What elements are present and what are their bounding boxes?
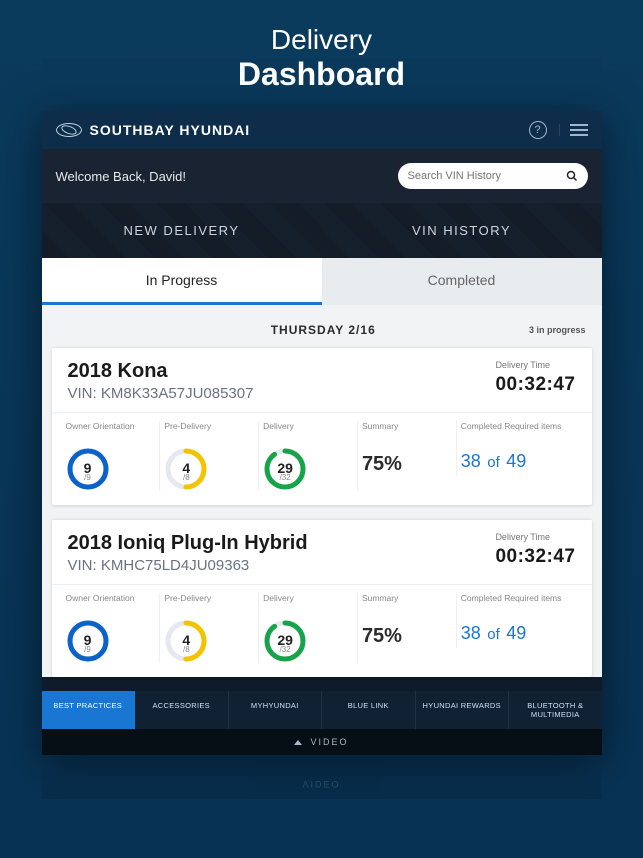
video-label: VIDEO [310, 737, 348, 747]
delivery-time-value: 00:32:47 [495, 374, 575, 396]
gauge-pre: 4/8 [164, 447, 208, 491]
card-header: 2018 Kona VIN: KM8K33A57JU085307 Deliver… [52, 348, 592, 413]
date-label: THURSDAY 2/16 [118, 323, 529, 337]
metric-completed: Completed Required items 38 of 49 [457, 421, 582, 472]
delivery-time-label: Delivery Time [495, 532, 575, 542]
welcome-text: Welcome Back, David! [56, 169, 187, 184]
delivery-time: Delivery Time 00:32:47 [495, 532, 575, 574]
metric-pre-delivery: Pre-Delivery 4/8 [160, 593, 259, 663]
completed-value: 38 of 49 [461, 451, 578, 472]
completed-value: 38 of 49 [461, 623, 578, 644]
metric-label: Delivery [263, 421, 353, 441]
metric-label: Completed Required items [461, 421, 578, 441]
bnav-best-practices[interactable]: BEST PRACTICES [42, 691, 136, 729]
delivery-time-value: 00:32:47 [495, 546, 575, 568]
metric-label: Pre-Delivery [164, 421, 254, 441]
vehicle-vin: VIN: KMHC75LD4JU09363 [68, 557, 308, 574]
progress-count: 3 in progress [529, 325, 586, 335]
metric-summary: Summary 75% [358, 421, 457, 476]
summary-value: 75% [362, 625, 452, 648]
metric-owner: Owner Orientation 9/9 [62, 421, 161, 491]
vehicle-info: 2018 Kona VIN: KM8K33A57JU085307 [68, 360, 254, 402]
metric-label: Summary [362, 421, 452, 441]
subtab-in-progress[interactable]: In Progress [42, 258, 322, 305]
promo-line2: Dashboard [0, 56, 643, 93]
help-icon[interactable]: ? [529, 121, 547, 139]
metric-pre-delivery: Pre-Delivery 4/8 [160, 421, 259, 491]
brand: SOUTHBAY HYUNDAI [56, 122, 251, 138]
welcome-row: Welcome Back, David! [42, 149, 602, 203]
chevron-up-icon [294, 740, 302, 745]
delivery-time-label: Delivery Time [495, 360, 575, 370]
bnav-hyundai-rewards[interactable]: HYUNDAI REWARDS [416, 691, 510, 729]
tab-new-delivery[interactable]: NEW DELIVERY [42, 203, 322, 258]
card-metrics: Owner Orientation 9/9 Pre-Delivery 4/8 D… [52, 585, 592, 677]
bnav-blue-link[interactable]: BLUE LINK [322, 691, 416, 729]
sub-tabs: In Progress Completed [42, 258, 602, 305]
metric-label: Owner Orientation [66, 593, 156, 613]
app-frame: SOUTHBAY HYUNDAI ? Welcome Back, David! … [42, 111, 602, 755]
metric-summary: Summary 75% [358, 593, 457, 648]
bnav-bluetooth-multimedia[interactable]: BLUETOOTH & MULTIMEDIA [509, 691, 602, 729]
gauge-pre: 4/8 [164, 619, 208, 663]
search-input[interactable] [408, 170, 560, 182]
tab-vin-history[interactable]: VIN HISTORY [322, 203, 602, 258]
gauge-delivery: 29/32 [263, 447, 307, 491]
metric-owner: Owner Orientation 9/9 [62, 593, 161, 663]
metric-label: Owner Orientation [66, 421, 156, 441]
delivery-card[interactable]: 2018 Kona VIN: KM8K33A57JU085307 Deliver… [52, 347, 592, 505]
delivery-time: Delivery Time 00:32:47 [495, 360, 575, 402]
top-actions: ? [529, 121, 588, 139]
vehicle-info: 2018 Ioniq Plug-In Hybrid VIN: KMHC75LD4… [68, 532, 308, 574]
metric-delivery: Delivery 29/32 [259, 421, 358, 491]
metric-label: Summary [362, 593, 452, 613]
hyundai-logo-icon [56, 123, 82, 137]
search-icon [566, 170, 578, 182]
gauge-owner: 9/9 [66, 619, 110, 663]
vehicle-vin: VIN: KM8K33A57JU085307 [68, 385, 254, 402]
summary-value: 75% [362, 453, 452, 476]
content-area: THURSDAY 2/16 3 in progress 2018 Kona VI… [42, 305, 602, 677]
card-metrics: Owner Orientation 9/9 Pre-Delivery 4/8 D… [52, 413, 592, 505]
metric-delivery: Delivery 29/32 [259, 593, 358, 663]
bottom-nav: BEST PRACTICES ACCESSORIES MYHYUNDAI BLU… [42, 691, 602, 729]
bnav-myhyundai[interactable]: MYHYUNDAI [229, 691, 323, 729]
menu-icon[interactable] [559, 124, 588, 136]
vehicle-title: 2018 Kona [68, 360, 254, 383]
main-tabs: NEW DELIVERY VIN HISTORY [42, 203, 602, 258]
dealer-name: SOUTHBAY HYUNDAI [90, 122, 251, 138]
video-toggle[interactable]: VIDEO [42, 729, 602, 755]
delivery-card[interactable]: 2018 Ioniq Plug-In Hybrid VIN: KMHC75LD4… [52, 519, 592, 677]
promo-line1: Delivery [0, 24, 643, 56]
vehicle-title: 2018 Ioniq Plug-In Hybrid [68, 532, 308, 555]
top-bar: SOUTHBAY HYUNDAI ? [42, 111, 602, 149]
gauge-owner: 9/9 [66, 447, 110, 491]
metric-label: Completed Required items [461, 593, 578, 613]
metric-label: Pre-Delivery [164, 593, 254, 613]
gauge-delivery: 29/32 [263, 619, 307, 663]
date-header: THURSDAY 2/16 3 in progress [52, 319, 592, 347]
bnav-accessories[interactable]: ACCESSORIES [135, 691, 229, 729]
card-header: 2018 Ioniq Plug-In Hybrid VIN: KMHC75LD4… [52, 520, 592, 585]
metric-completed: Completed Required items 38 of 49 [457, 593, 582, 644]
metric-label: Delivery [263, 593, 353, 613]
promo-title: Delivery Dashboard [0, 0, 643, 111]
search-input-wrap[interactable] [398, 163, 588, 189]
reflection-decor: VIDEO [42, 759, 602, 799]
subtab-completed[interactable]: Completed [322, 258, 602, 305]
